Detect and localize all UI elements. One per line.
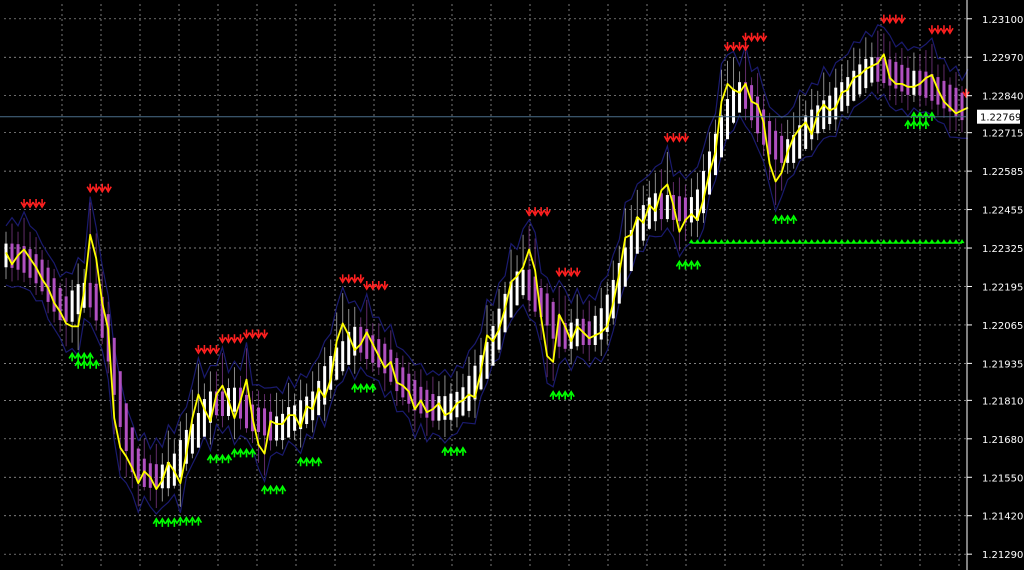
price-tick-label: 1.22065 — [982, 321, 1023, 332]
price-bar-body — [220, 391, 224, 416]
price-bar-body — [575, 318, 579, 347]
price-tick-label: 1.22585 — [982, 167, 1023, 178]
price-bar-body — [593, 315, 597, 346]
price-bar-body — [118, 371, 122, 427]
price-bar-body — [485, 342, 489, 379]
price-bar-body — [154, 464, 158, 489]
price-bar-body — [323, 366, 327, 405]
price-bar-body — [257, 407, 261, 433]
price-chart[interactable]: 1.23100 1.22970 1.22840 1.22715 1.22585 1.224… — [0, 0, 1024, 570]
price-bar-body — [341, 341, 345, 372]
price-bar-body — [521, 269, 525, 296]
price-bar-body — [46, 267, 50, 302]
price-tick-label: 1.22970 — [982, 53, 1023, 64]
price-bar-body — [768, 121, 772, 155]
price-bar-body — [551, 301, 555, 339]
price-tick-label: 1.22325 — [982, 244, 1023, 255]
price-bar-body — [287, 407, 291, 438]
price-bar-body — [858, 64, 862, 95]
price-bar-body — [263, 408, 267, 436]
price-bar-body — [774, 130, 778, 160]
price-bar-body — [28, 249, 32, 278]
price-bar-body — [112, 337, 116, 395]
price-bar-body — [527, 269, 531, 301]
price-bar-body — [425, 389, 429, 418]
price-bar-body — [900, 64, 904, 92]
price-bar-body — [599, 308, 603, 340]
price-tick-label: 1.21680 — [982, 435, 1023, 446]
price-bar-body — [732, 88, 736, 123]
price-bar-body — [906, 67, 910, 95]
price-bar-body — [738, 82, 742, 113]
price-tick-label: 1.22840 — [982, 92, 1023, 103]
price-bar-body — [726, 99, 730, 140]
price-bar-body — [449, 393, 453, 420]
price-bar-body — [76, 284, 80, 315]
price-bar-body — [437, 396, 441, 421]
price-bar-body — [371, 335, 375, 363]
price-bar-body — [864, 58, 868, 89]
price-bar-body — [245, 394, 249, 429]
price-bar-body — [467, 375, 471, 411]
price-bar-body — [665, 194, 669, 220]
price-bar-body — [912, 70, 916, 95]
price-bar-body — [124, 403, 128, 452]
price-bar-body — [924, 71, 928, 98]
price-bar-body — [491, 325, 495, 366]
price-bar-body — [689, 197, 693, 223]
price-bar-body — [942, 80, 946, 109]
price-bar-body — [64, 296, 68, 322]
price-bar-body — [569, 322, 573, 349]
price-tick-label: 1.22715 — [982, 129, 1023, 140]
price-bar-body — [804, 115, 808, 149]
price-bar-body — [353, 326, 357, 356]
price-tick-label: 1.21935 — [982, 359, 1023, 370]
price-bar-body — [647, 197, 651, 229]
price-bar-body — [70, 290, 74, 322]
price-bar-body — [870, 57, 874, 83]
price-bar-body — [275, 416, 279, 441]
price-bar-body — [756, 96, 760, 134]
price-bar-body — [281, 413, 285, 441]
price-bar-body — [52, 278, 56, 312]
price-bar-body — [852, 70, 856, 101]
price-bar-body — [677, 196, 681, 222]
price-bar-body — [359, 326, 363, 353]
price-bar-body — [780, 135, 784, 163]
price-tick-label: 1.22455 — [982, 206, 1023, 217]
price-bar-body — [960, 92, 964, 121]
price-tick-label: 1.21810 — [982, 396, 1023, 407]
price-bar-body — [383, 343, 387, 374]
price-bar-body — [407, 373, 411, 404]
price-bar-body — [719, 115, 723, 158]
price-bar-body — [401, 367, 405, 398]
price-tick-label: 1.22195 — [982, 282, 1023, 293]
price-bar-body — [88, 282, 92, 308]
price-bar-body — [587, 321, 591, 346]
price-bar-body — [232, 387, 236, 412]
price-bar-body — [443, 396, 447, 420]
price-tick-label: 1.21290 — [982, 550, 1023, 561]
price-bar-body — [178, 440, 182, 478]
price-tick-label: 1.21550 — [982, 473, 1023, 484]
price-bar-body — [623, 247, 627, 287]
price-bar-body — [395, 358, 399, 392]
price-bar-body — [545, 293, 549, 326]
price-tick-label: 1.21420 — [982, 512, 1023, 523]
price-bar-body — [136, 448, 140, 483]
price-bar-body — [94, 283, 98, 321]
price-bar-body — [317, 380, 321, 416]
price-bar-body — [196, 413, 200, 448]
price-tick-label: 1.23100 — [982, 15, 1023, 26]
current-price-label: 1.22769 — [980, 113, 1021, 124]
price-bar-body — [846, 77, 850, 106]
